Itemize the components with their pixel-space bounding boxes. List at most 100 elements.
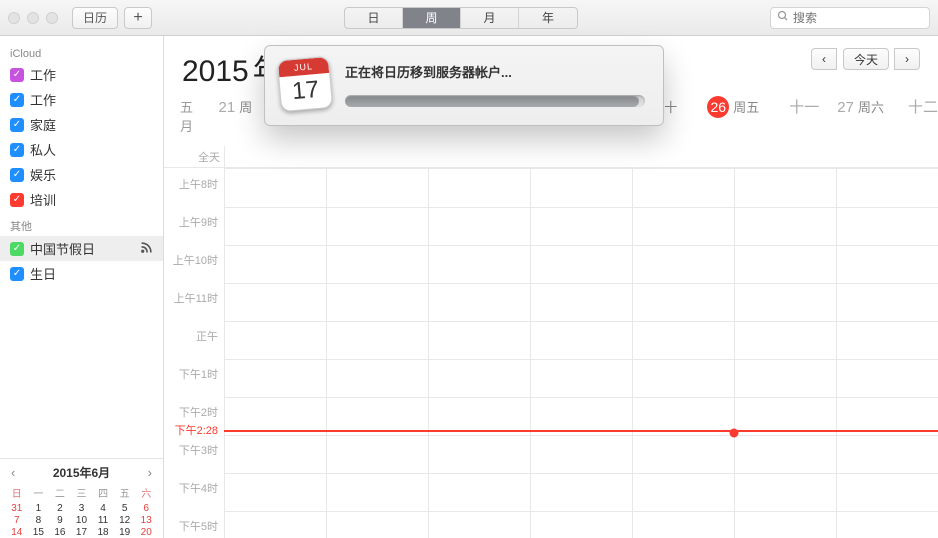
hour-label: 下午2时 xyxy=(179,404,218,420)
mini-day[interactable]: 6 xyxy=(135,502,157,514)
time-gutter: 上午8时上午9时上午10时上午11时正午下午1时下午2时下午3时下午4时下午5时 xyxy=(164,168,224,538)
hour-label: 下午4时 xyxy=(179,480,218,496)
mini-day[interactable]: 19 xyxy=(114,526,136,538)
view-month[interactable]: 月 xyxy=(461,8,519,28)
calendar-label: 家庭 xyxy=(30,115,56,134)
mini-day[interactable]: 1 xyxy=(28,502,50,514)
mini-day[interactable]: 7 xyxy=(6,514,28,526)
view-day[interactable]: 日 xyxy=(345,8,403,28)
mini-next-month[interactable]: › xyxy=(145,465,155,480)
view-year[interactable]: 年 xyxy=(519,8,577,28)
calendar-item[interactable]: ✓工作 xyxy=(0,87,163,112)
mini-day[interactable]: 5 xyxy=(114,502,136,514)
search-field-wrap[interactable] xyxy=(770,7,930,29)
next-period-button[interactable]: › xyxy=(894,48,920,70)
day-header[interactable]: 27周六 xyxy=(837,97,884,116)
calendar-checkbox[interactable]: ✓ xyxy=(10,267,24,281)
day-num: 十一 xyxy=(789,96,819,117)
now-indicator-line xyxy=(224,430,938,432)
calendar-item[interactable]: ✓ 工作 xyxy=(0,62,163,87)
day-header[interactable]: 十二 xyxy=(908,96,938,117)
calendar-item[interactable]: ✓ 娱乐 xyxy=(0,162,163,187)
mini-day[interactable]: 4 xyxy=(92,502,114,514)
day-header[interactable]: 十一 xyxy=(789,96,819,117)
calendar-label: 中国节假日 xyxy=(30,239,95,258)
month-label: 五月 xyxy=(180,97,205,135)
mini-day[interactable]: 10 xyxy=(71,514,93,526)
calendar-label: 工作 xyxy=(30,65,56,84)
day-cn: 周 xyxy=(239,97,252,116)
calendar-checkbox[interactable]: ✓ xyxy=(10,168,24,182)
search-input[interactable] xyxy=(793,11,938,25)
search-icon xyxy=(777,10,789,25)
calendar-checkbox[interactable]: ✓ xyxy=(10,93,24,107)
calendar-checkbox[interactable]: ✓ xyxy=(10,68,24,82)
calendar-checkbox[interactable]: ✓ xyxy=(10,242,24,256)
hour-label: 下午3时 xyxy=(179,442,218,458)
calendar-label: 培训 xyxy=(30,190,56,209)
mini-day[interactable]: 14 xyxy=(6,526,28,538)
traffic-minimize[interactable] xyxy=(27,12,39,24)
mini-day[interactable]: 15 xyxy=(28,526,50,538)
calendar-item[interactable]: ✓ 培训 xyxy=(0,187,163,212)
day-num: 21 xyxy=(219,99,236,116)
mini-day[interactable]: 3 xyxy=(71,502,93,514)
sidebar: iCloud✓工作✓工作✓家庭✓私人✓娱乐✓培训其他✓中国节假日✓生日 ‹ 20… xyxy=(0,36,164,538)
mini-dow: 六 xyxy=(135,485,157,502)
calendar-item[interactable]: ✓ 中国节假日 xyxy=(0,236,163,261)
calendar-item[interactable]: ✓ 私人 xyxy=(0,137,163,162)
hour-label: 上午11时 xyxy=(174,290,218,306)
day-header[interactable]: 26周五 xyxy=(707,96,759,118)
mini-day[interactable]: 2 xyxy=(49,502,71,514)
allday-row: 全天 xyxy=(164,146,938,168)
mini-day[interactable]: 12 xyxy=(114,514,136,526)
today-button[interactable]: 今天 xyxy=(843,48,889,70)
mini-day[interactable]: 11 xyxy=(92,514,114,526)
week-grid[interactable] xyxy=(224,168,938,538)
hour-label: 上午8时 xyxy=(179,176,218,192)
add-event-button[interactable]: + xyxy=(124,7,152,29)
today-badge: 26 xyxy=(707,96,729,118)
view-week[interactable]: 周 xyxy=(403,8,461,28)
calendar-group-header: iCloud xyxy=(0,42,163,62)
calendar-item[interactable]: ✓ 家庭 xyxy=(0,112,163,137)
mini-day[interactable]: 16 xyxy=(49,526,71,538)
mini-day[interactable]: 20 xyxy=(135,526,157,538)
view-segmented-control[interactable]: 日 周 月 年 xyxy=(344,7,578,29)
traffic-zoom[interactable] xyxy=(46,12,58,24)
calendar-label: 娱乐 xyxy=(30,165,56,184)
hour-label: 上午10时 xyxy=(173,252,218,268)
calendar-checkbox[interactable]: ✓ xyxy=(10,118,24,132)
hour-label: 上午9时 xyxy=(179,214,218,230)
hour-label: 下午1时 xyxy=(179,366,218,382)
mini-dow: 日 xyxy=(6,485,28,502)
prev-period-button[interactable]: ‹ xyxy=(811,48,837,70)
calendars-toggle-button[interactable]: 日历 xyxy=(72,7,118,29)
mini-day[interactable]: 8 xyxy=(28,514,50,526)
mini-day[interactable]: 9 xyxy=(49,514,71,526)
allday-label: 全天 xyxy=(164,149,220,165)
day-num: 十二 xyxy=(908,96,938,117)
mini-dow: 五 xyxy=(114,485,136,502)
mini-day[interactable]: 31 xyxy=(6,502,28,514)
traffic-close[interactable] xyxy=(8,12,20,24)
day-cn: 周五 xyxy=(733,97,759,116)
mini-dow: 一 xyxy=(28,485,50,502)
day-cn: 周六 xyxy=(858,97,884,116)
mini-dow: 三 xyxy=(71,485,93,502)
mini-prev-month[interactable]: ‹ xyxy=(8,465,18,480)
calendar-group-header: 其他 xyxy=(0,212,163,236)
mini-day[interactable]: 18 xyxy=(92,526,114,538)
calendar-label: 生日 xyxy=(30,264,56,283)
mini-calendar: ‹ 2015年6月 › 日一二三四五六311234567891011121314… xyxy=(0,458,163,538)
calendar-label: 私人 xyxy=(30,140,56,159)
calendar-checkbox[interactable]: ✓ xyxy=(10,143,24,157)
progress-dialog: JUL 17 正在将日历移到服务器帐户... xyxy=(264,45,664,126)
day-header[interactable]: 21周 xyxy=(219,97,253,116)
mini-day[interactable]: 17 xyxy=(71,526,93,538)
calendar-checkbox[interactable]: ✓ xyxy=(10,193,24,207)
mini-day[interactable]: 13 xyxy=(135,514,157,526)
subscription-icon xyxy=(140,241,153,257)
calendar-item[interactable]: ✓ 生日 xyxy=(0,261,163,286)
icon-day: 17 xyxy=(279,73,332,109)
